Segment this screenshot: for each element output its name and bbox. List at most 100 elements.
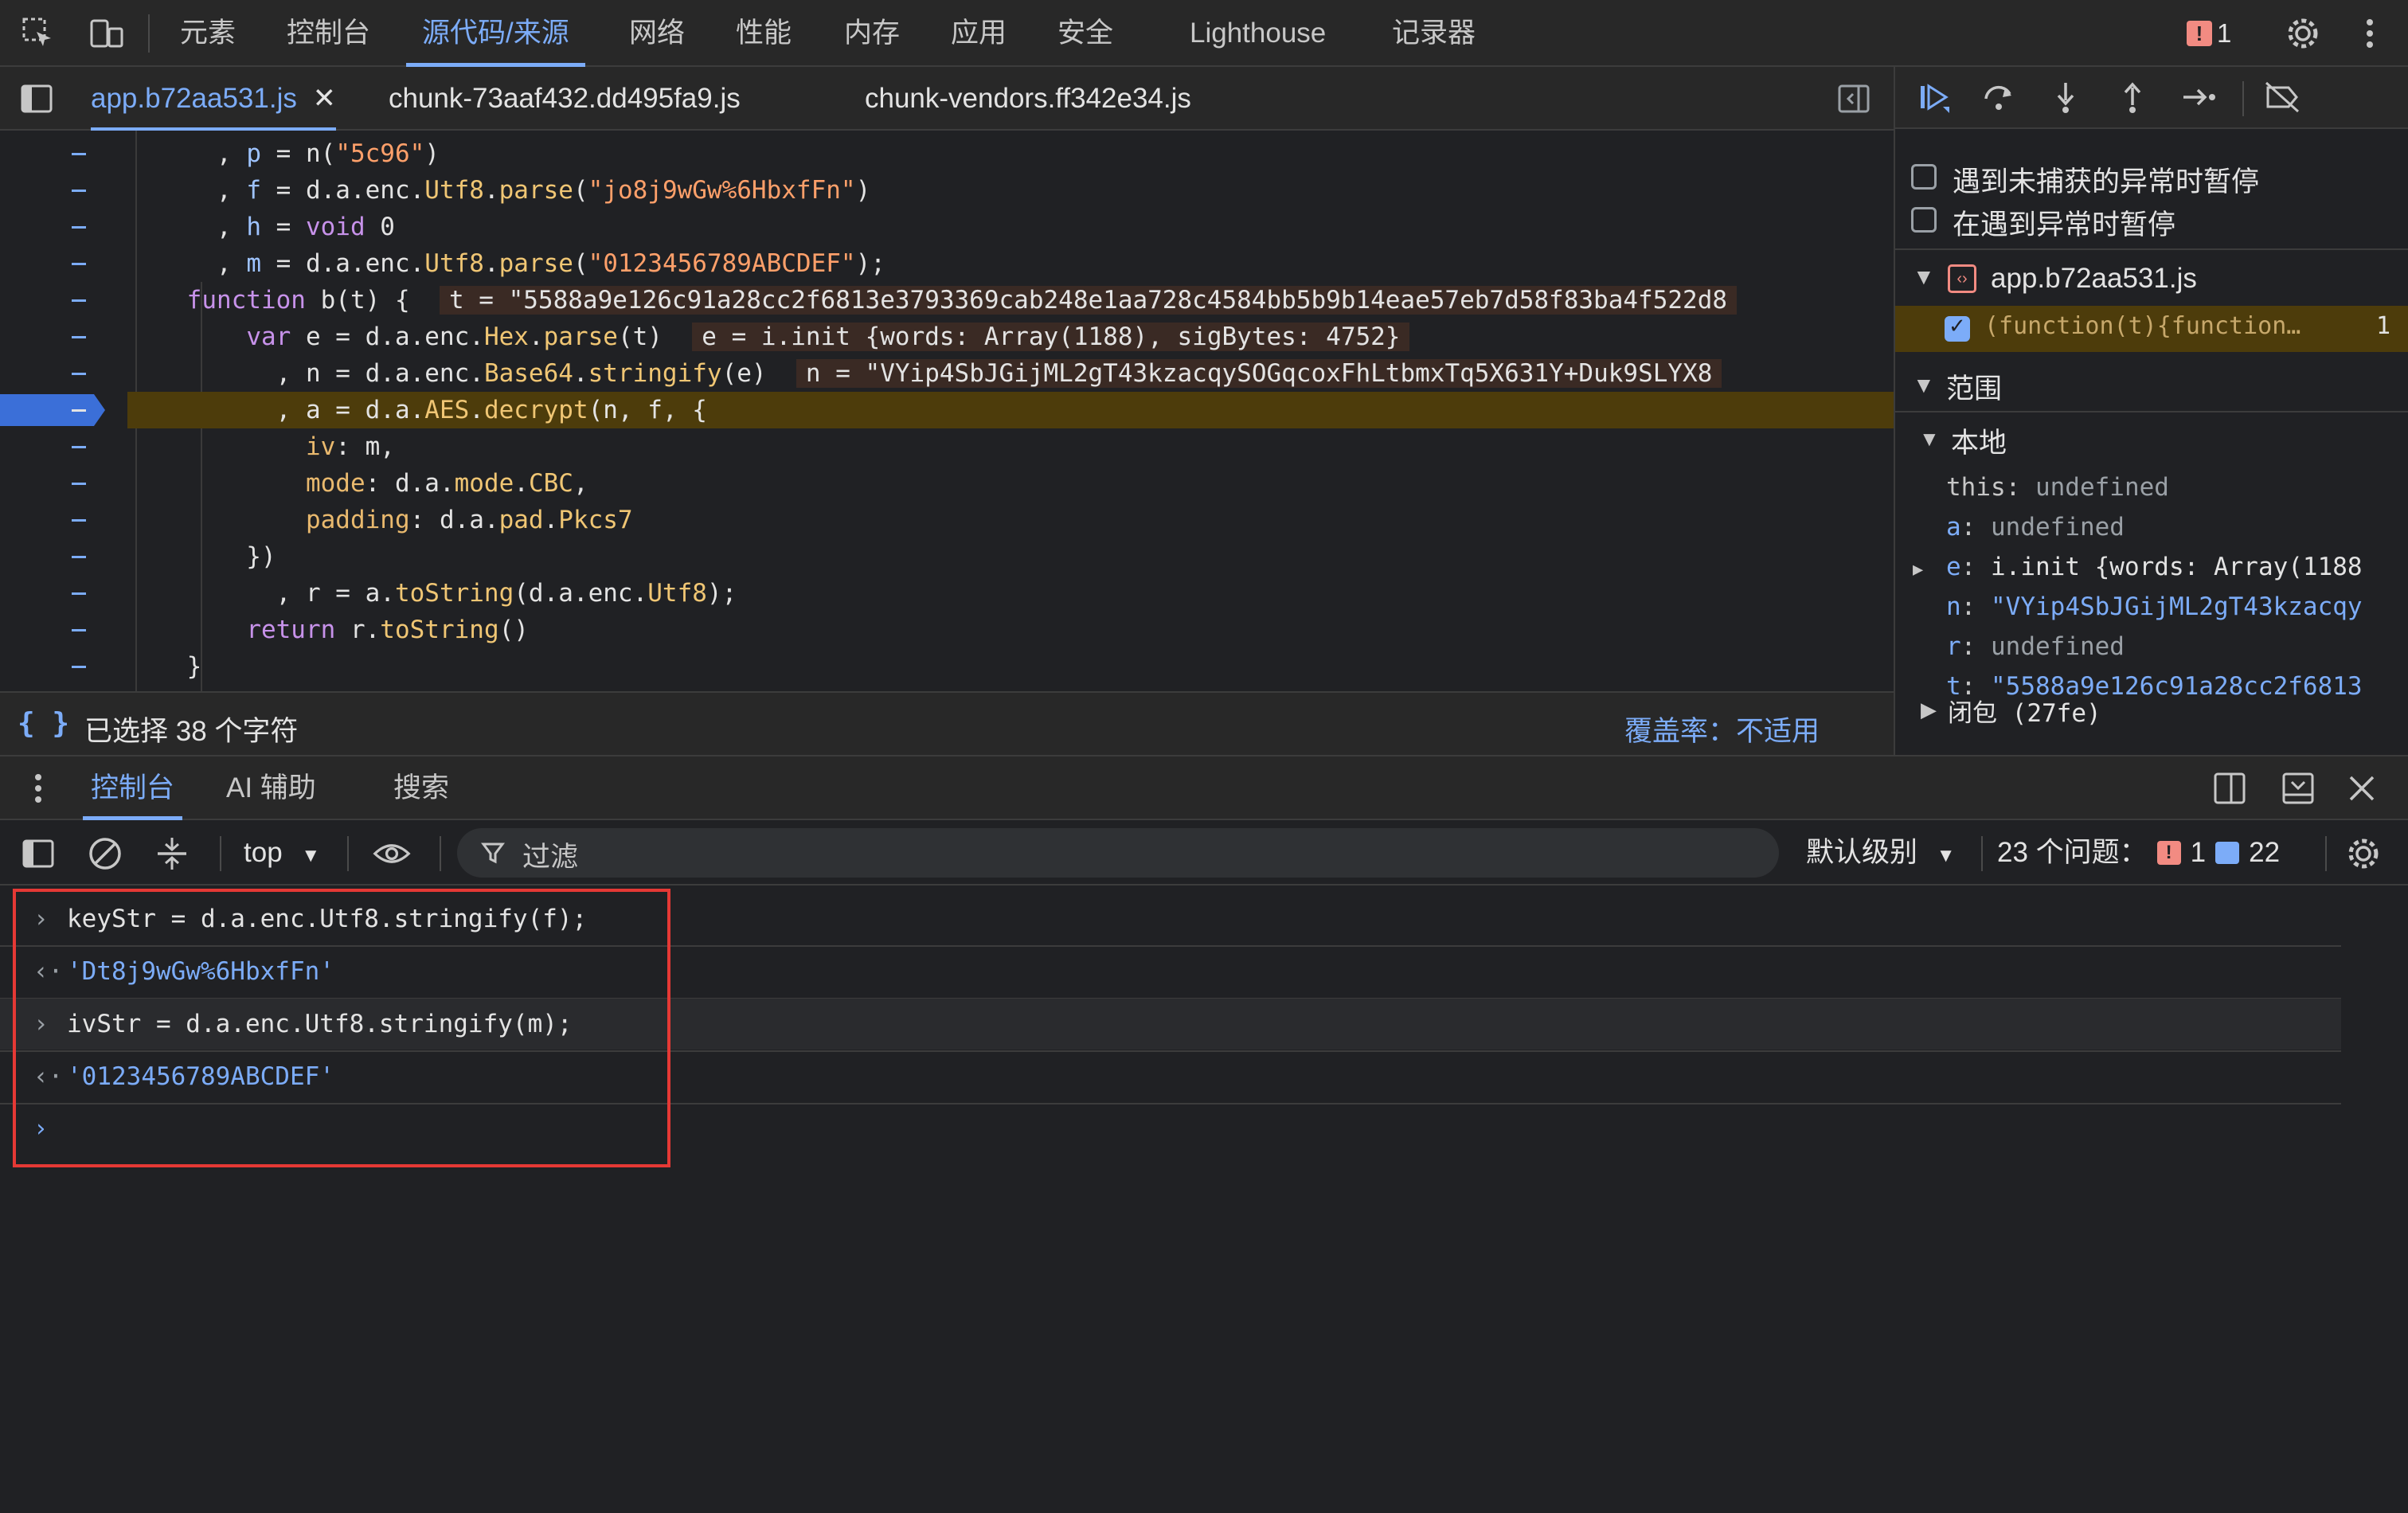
drawer-tab-search[interactable]: 搜索 — [393, 756, 449, 820]
code-line[interactable]: return r.toString() — [127, 612, 1894, 648]
scope-variable-row[interactable]: r: undefined — [1913, 632, 2125, 661]
drawer-tab-console[interactable]: 控制台 — [82, 756, 183, 820]
code-line[interactable]: , h = void 0 — [127, 209, 1894, 245]
line-gutter[interactable] — [0, 245, 127, 282]
top-tab[interactable]: 性能 — [736, 0, 792, 67]
line-gutter[interactable] — [0, 502, 127, 538]
drawer-menu-icon[interactable] — [19, 769, 57, 807]
top-tab[interactable]: 记录器 — [1392, 0, 1476, 67]
breakpoint-marker[interactable] — [0, 392, 127, 428]
device-toolbar-icon[interactable] — [88, 14, 126, 53]
code-line[interactable]: iv: m, — [127, 428, 1894, 465]
line-gutter[interactable] — [0, 209, 127, 245]
scope-variable-row[interactable]: n: "VYip4SbJGijML2gT43kzacqy — [1913, 592, 2363, 621]
line-gutter[interactable] — [0, 355, 127, 392]
pretty-print-icon[interactable]: { } — [18, 707, 69, 740]
line-gutter[interactable] — [0, 612, 127, 648]
code-line[interactable]: , p = n("5c96") — [127, 135, 1894, 172]
top-tab[interactable]: 安全 — [1057, 0, 1113, 67]
pause-uncaught-checkbox[interactable] — [1911, 164, 1937, 190]
close-drawer-icon[interactable] — [2343, 769, 2381, 807]
context-selector[interactable]: top ▼ — [244, 835, 320, 871]
console-filter-input[interactable]: 过滤 — [457, 828, 1779, 878]
breakpoint-file-name[interactable]: app.b72aa531.js — [1991, 263, 2197, 295]
scope-variable-row[interactable]: a: undefined — [1913, 513, 2125, 541]
console-sidebar-icon[interactable] — [19, 835, 57, 873]
step-icon[interactable] — [2180, 78, 2218, 116]
drawer-tab-ai[interactable]: AI 辅助 — [226, 756, 316, 820]
settings-gear-icon[interactable] — [2284, 14, 2322, 53]
line-gutter[interactable] — [0, 135, 127, 172]
console-settings-gear-icon[interactable] — [2344, 835, 2383, 873]
code-line[interactable]: , m = d.a.enc.Utf8.parse("0123456789ABCD… — [127, 245, 1894, 282]
code-line[interactable]: padding: d.a.pad.Pkcs7 — [127, 502, 1894, 538]
resume-icon[interactable] — [1916, 78, 1954, 116]
minimize-drawer-icon[interactable] — [2279, 769, 2317, 807]
line-gutter[interactable] — [0, 282, 127, 319]
line-gutter[interactable] — [0, 465, 127, 502]
step-out-icon[interactable] — [2113, 78, 2152, 116]
code-token: () — [498, 616, 529, 644]
line-gutter[interactable] — [0, 319, 127, 355]
paused-code-line[interactable]: , a = d.a.AES.decrypt(n, f, { — [127, 392, 1894, 428]
top-tab[interactable]: 控制台 — [287, 0, 370, 67]
deactivate-breakpoints-icon[interactable] — [2263, 78, 2301, 116]
line-gutter[interactable] — [0, 428, 127, 465]
toggle-debugger-icon[interactable] — [1835, 80, 1873, 118]
code-line[interactable]: }) — [127, 538, 1894, 575]
live-expression-eye-icon[interactable] — [373, 835, 411, 873]
code-line[interactable]: var e = d.a.enc.Hex.parse(t) e = i.init … — [127, 319, 1894, 355]
chevron-down-icon[interactable]: ▼ — [1913, 373, 1935, 398]
issues-counter[interactable]: ! 1 — [2187, 18, 2231, 49]
top-tab[interactable]: 网络 — [629, 0, 685, 67]
scope-section-title[interactable]: 范围 — [1946, 366, 2002, 407]
collapse-groups-icon[interactable] — [153, 835, 191, 873]
breakpoint-row[interactable]: ✓ (function(t){function… 1 — [1895, 306, 2408, 352]
code-line[interactable]: , f = d.a.enc.Utf8.parse("jo8j9wGw%6Hbxf… — [127, 172, 1894, 209]
line-gutter[interactable] — [0, 648, 127, 685]
file-tab-active[interactable]: app.b72aa531.js ✕ — [91, 67, 336, 131]
line-gutter[interactable] — [0, 172, 127, 209]
pause-caught-checkbox[interactable] — [1911, 207, 1937, 233]
file-tab[interactable]: chunk-73aaf432.dd495fa9.js — [389, 67, 741, 131]
chevron-down-icon[interactable]: ▼ — [1919, 427, 1940, 452]
console-output[interactable]: › keyStr = d.a.enc.Utf8.stringify(f); ‹· 'D… — [0, 886, 2408, 1513]
step-into-icon[interactable] — [2046, 78, 2085, 116]
scope-variable-row[interactable]: this: undefined — [1913, 473, 2169, 502]
more-options-icon[interactable] — [2351, 14, 2389, 53]
local-scope-title[interactable]: 本地 — [1951, 420, 2007, 461]
line-dash — [72, 556, 86, 558]
coverage-info[interactable]: 覆盖率：不适用 — [1624, 709, 1820, 749]
line-gutter[interactable] — [0, 538, 127, 575]
code-line[interactable]: } — [127, 648, 1894, 685]
top-tab[interactable]: 源代码/来源 — [406, 0, 585, 67]
toggle-navigator-icon[interactable] — [18, 80, 56, 118]
dock-side-icon[interactable] — [2211, 769, 2249, 807]
top-tab[interactable]: Lighthouse — [1190, 0, 1326, 67]
console-issues-button[interactable]: 23 个问题： ! 1 22 — [1997, 835, 2280, 871]
chevron-right-icon[interactable]: ▶ — [1913, 560, 1946, 580]
closure-scope[interactable]: 闭包 (27fe) — [1948, 693, 2101, 729]
top-tab[interactable]: 元素 — [180, 0, 236, 67]
file-tab[interactable]: chunk-vendors.ff342e34.js — [865, 67, 1191, 131]
step-over-icon[interactable] — [1980, 78, 2018, 116]
code-line[interactable]: , n = d.a.enc.Base64.stringify(e) n = "V… — [127, 355, 1894, 392]
log-level-selector[interactable]: 默认级别 ▼ — [1806, 835, 1956, 871]
code-token: , — [127, 249, 247, 278]
code-editor[interactable]: , p = n("5c96") , f = d.a.enc.Utf8.parse… — [0, 131, 1894, 691]
code-line[interactable]: mode: d.a.mode.CBC, — [127, 465, 1894, 502]
close-tab-icon[interactable]: ✕ — [313, 83, 336, 114]
chevron-right-icon[interactable]: ▶ — [1921, 698, 1937, 722]
clear-console-icon[interactable] — [86, 835, 124, 873]
code-line[interactable]: , r = a.toString(d.a.enc.Utf8); — [127, 575, 1894, 612]
chevron-down-icon[interactable]: ▼ — [1913, 264, 1935, 290]
code-line[interactable]: function b(t) { t = "5588a9e126c91a28cc2… — [127, 282, 1894, 319]
breakpoint-checkbox[interactable]: ✓ — [1945, 314, 1970, 342]
scope-variable-row[interactable]: ▶ e: i.init {words: Array(1188 — [1913, 553, 2363, 581]
select-element-icon[interactable] — [19, 14, 57, 53]
line-gutter[interactable] — [0, 575, 127, 612]
top-tab[interactable]: 内存 — [844, 0, 900, 67]
top-tab[interactable]: 应用 — [951, 0, 1007, 67]
